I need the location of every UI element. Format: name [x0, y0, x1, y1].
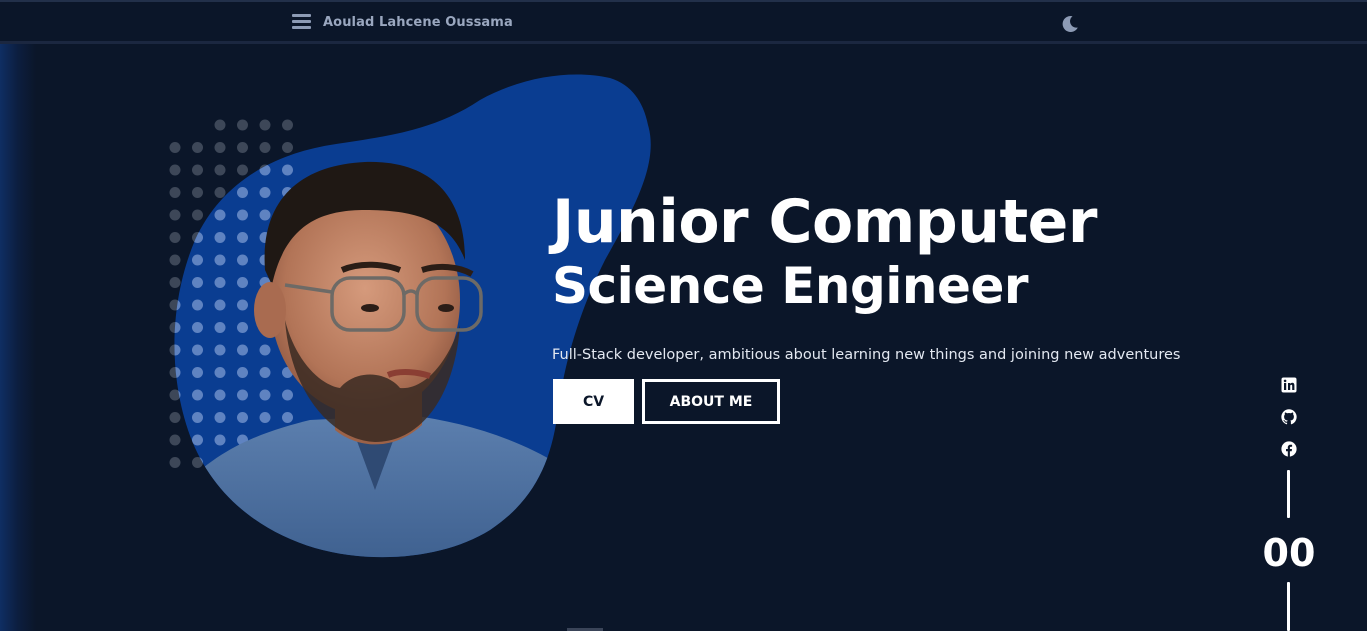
hero-illustration	[169, 74, 651, 558]
hero-title-line2: Science Engineer	[552, 257, 1029, 315]
rail-line-bottom	[1287, 582, 1290, 631]
slide-counter: 00	[1262, 531, 1316, 575]
cv-button[interactable]: CV	[553, 379, 634, 424]
page: Aoulad Lahcene Oussama Junior Computer S…	[0, 0, 1367, 631]
hero-title-line1: Junior Computer	[552, 187, 1097, 257]
moon-icon[interactable]	[1060, 14, 1080, 34]
rail-line-top	[1287, 470, 1290, 518]
brand-name[interactable]: Aoulad Lahcene Oussama	[323, 15, 513, 30]
hero-tagline: Full-Stack developer, ambitious about le…	[552, 347, 1181, 363]
github-icon[interactable]	[1281, 409, 1297, 425]
left-edge-glow	[0, 44, 36, 631]
about-me-button[interactable]: ABOUT ME	[642, 379, 780, 424]
hamburger-menu-icon[interactable]	[292, 14, 311, 30]
top-navbar: Aoulad Lahcene Oussama	[0, 0, 1367, 44]
hero-title: Junior Computer Science Engineer	[552, 186, 1097, 314]
facebook-icon[interactable]	[1281, 441, 1297, 457]
linkedin-icon[interactable]	[1281, 377, 1297, 393]
